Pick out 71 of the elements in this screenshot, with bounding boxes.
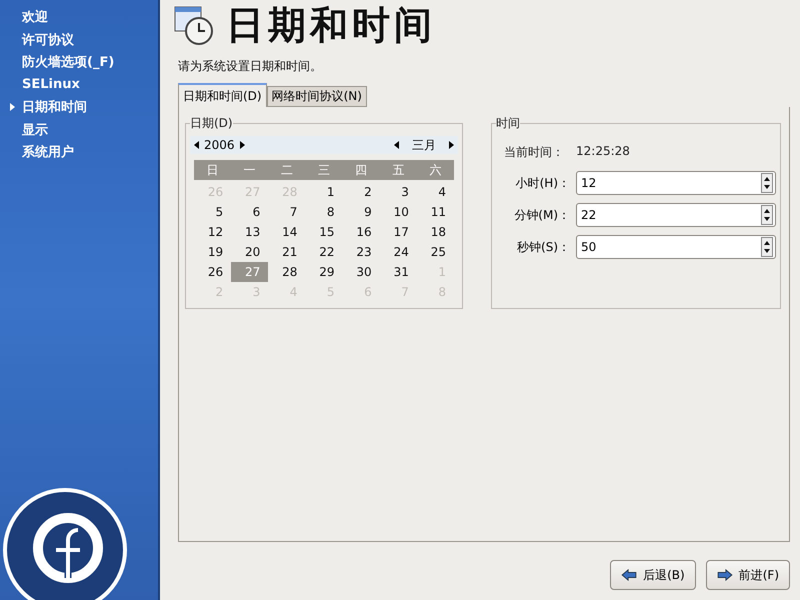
calendar-day[interactable]: 26 xyxy=(194,262,232,282)
left-arrow-icon[interactable] xyxy=(194,141,199,149)
page-title: 日期和时间 xyxy=(226,2,436,48)
calendar-day[interactable]: 3 xyxy=(380,182,417,202)
weekday-label: 六 xyxy=(428,162,442,179)
field-label: 分钟(M)： xyxy=(513,206,571,224)
calendar-day[interactable]: 12 xyxy=(194,222,232,242)
field-label: 小时(H)： xyxy=(514,174,571,192)
weekday-label: 五 xyxy=(391,162,406,179)
spin-arrows-icon[interactable] xyxy=(761,173,773,193)
spin-field[interactable]: 12 xyxy=(576,171,776,195)
calendar-day[interactable]: 19 xyxy=(194,242,232,262)
spin-field[interactable]: 50 xyxy=(576,235,776,259)
calendar-day[interactable]: 11 xyxy=(416,202,454,222)
calendar-day[interactable]: 2 xyxy=(342,182,380,202)
calendar-day[interactable]: 20 xyxy=(231,242,268,262)
frame-title: 日期(D) xyxy=(190,115,233,132)
page-subtitle: 请为系统设置日期和时间。 xyxy=(178,58,323,75)
calendar-day[interactable]: 5 xyxy=(194,202,232,222)
spin-field[interactable]: 22 xyxy=(576,203,776,227)
tab[interactable]: 日期和时间(D) xyxy=(178,83,267,107)
tab[interactable]: 网络时间协议(N) xyxy=(266,86,367,107)
sidebar-item[interactable]: 显示 xyxy=(0,118,158,141)
left-arrow-icon[interactable] xyxy=(394,141,399,149)
weekday-label: 四 xyxy=(354,162,368,179)
calendar-day[interactable]: 31 xyxy=(380,262,417,282)
frame-title: 时间 xyxy=(496,115,520,132)
forward-button[interactable]: 前进(F) xyxy=(706,560,790,590)
current-time-value: 12:25:28 xyxy=(576,144,630,160)
calendar-day[interactable]: 4 xyxy=(416,182,454,202)
month-label: 三月 xyxy=(412,136,436,154)
current-time-label: 当前时间： xyxy=(504,144,564,161)
calendar-day[interactable]: 8 xyxy=(305,202,343,222)
calendar-day[interactable]: 14 xyxy=(268,222,306,242)
sidebar-item[interactable]: 日期和时间 xyxy=(0,96,158,118)
weekday-label: 一 xyxy=(242,162,257,179)
spin-arrows-icon[interactable] xyxy=(761,237,773,257)
right-arrow-icon[interactable] xyxy=(449,141,454,149)
calendar-day[interactable]: 25 xyxy=(416,242,454,262)
sidebar-item[interactable]: 系统用户 xyxy=(0,141,158,164)
sidebar-item[interactable]: 许可协议 xyxy=(0,28,158,51)
calendar-day[interactable]: 30 xyxy=(342,262,380,282)
calendar-day[interactable]: 7 xyxy=(268,202,306,222)
calendar-day[interactable]: 6 xyxy=(231,202,268,222)
sidebar-item[interactable]: SELinux xyxy=(0,74,158,96)
calendar-day[interactable]: 23 xyxy=(342,242,380,262)
weekday-label: 三 xyxy=(316,162,331,179)
sidebar-item[interactable]: 防火墙选项(_F) xyxy=(0,51,158,74)
weekday-label: 日 xyxy=(206,162,220,179)
calendar-day[interactable]: 13 xyxy=(231,222,268,242)
sidebar-item[interactable]: 欢迎 xyxy=(0,6,158,28)
right-arrow-icon[interactable] xyxy=(240,141,245,149)
weekday-label: 二 xyxy=(280,162,294,179)
calendar-day[interactable]: 28 xyxy=(268,262,306,282)
calendar-day[interactable]: 21 xyxy=(268,242,306,262)
calendar-day[interactable]: 1 xyxy=(305,182,343,202)
spin-arrows-icon[interactable] xyxy=(761,205,773,225)
calendar-day[interactable]: 29 xyxy=(305,262,343,282)
calendar-day[interactable]: 22 xyxy=(305,242,343,262)
calendar-day[interactable]: 9 xyxy=(342,202,380,222)
back-button[interactable]: 后退(B) xyxy=(610,560,696,590)
calendar-day[interactable]: 10 xyxy=(380,202,417,222)
year-label: 2006 xyxy=(204,138,235,152)
calendar-day[interactable]: 15 xyxy=(305,222,343,242)
calendar-day[interactable]: 24 xyxy=(380,242,417,262)
calendar-day[interactable]: 16 xyxy=(342,222,380,242)
right-arrow-icon xyxy=(716,569,733,581)
calendar-day[interactable]: 18 xyxy=(416,222,454,242)
field-label: 秒钟(S)： xyxy=(516,238,571,256)
calendar-day[interactable]: 17 xyxy=(380,222,417,242)
left-arrow-icon xyxy=(621,569,638,581)
